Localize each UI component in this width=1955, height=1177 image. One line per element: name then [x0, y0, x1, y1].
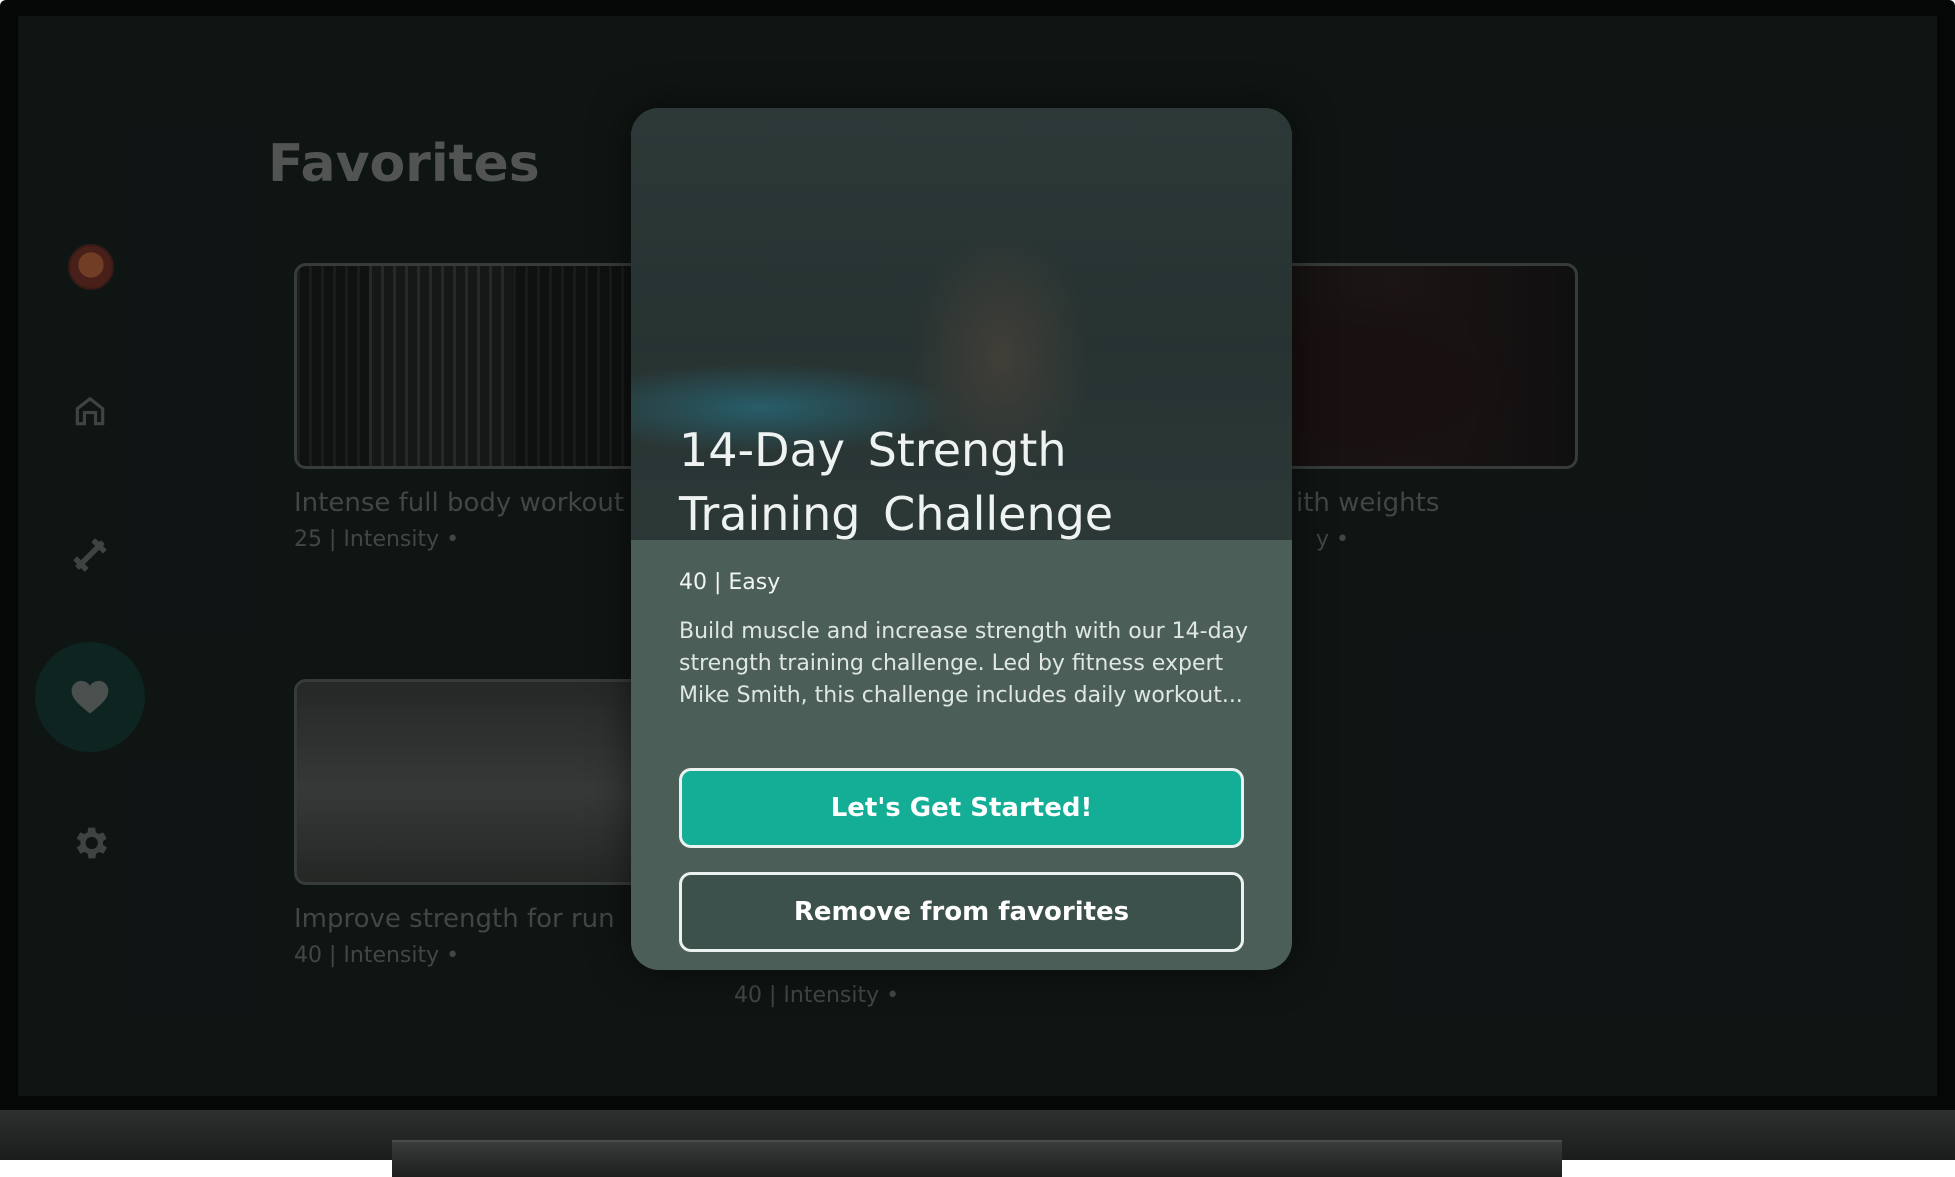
get-started-button[interactable]: Let's Get Started! [679, 768, 1244, 848]
dialog-meta: 40 | Easy [679, 570, 781, 595]
dialog-hero-image: 14-Day Strength Training Challenge [631, 108, 1292, 540]
dialog-title: 14-Day Strength Training Challenge [679, 423, 1114, 540]
tv-stand [392, 1140, 1562, 1177]
workout-detail-dialog: 14-Day Strength Training Challenge 40 | … [631, 108, 1292, 970]
remove-favorite-button[interactable]: Remove from favorites [679, 872, 1244, 952]
dialog-description: Build muscle and increase strength with … [679, 619, 1249, 708]
